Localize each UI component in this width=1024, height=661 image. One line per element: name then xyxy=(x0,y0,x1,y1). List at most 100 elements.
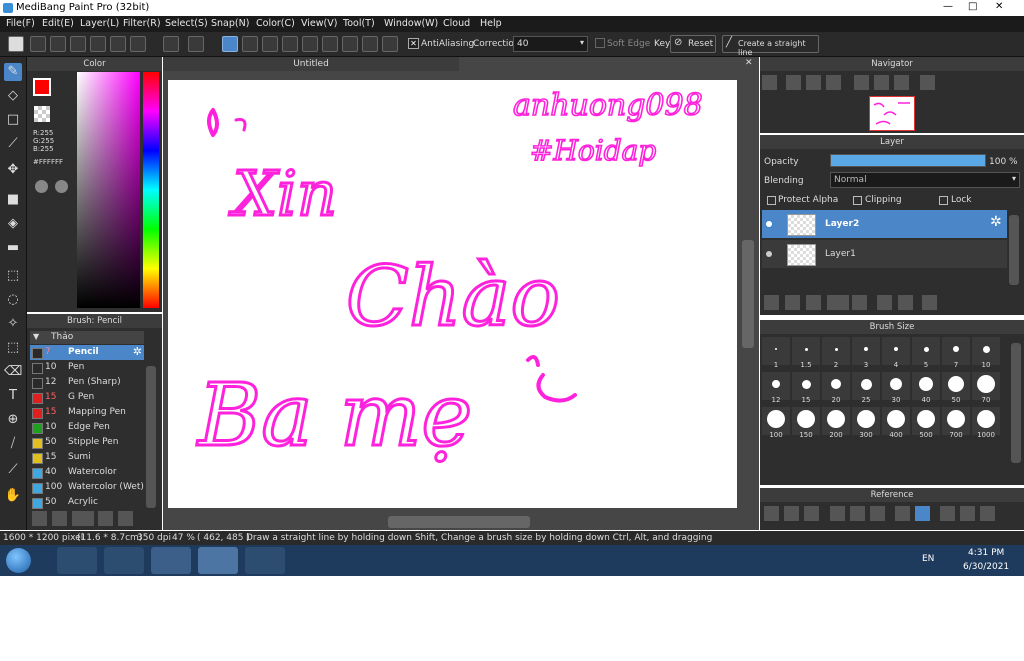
zoom-in-icon[interactable] xyxy=(762,75,777,90)
brush-item[interactable]: 10 Edge Pen xyxy=(30,420,144,435)
transparent-color-swatch[interactable] xyxy=(34,106,50,122)
taskbar-visual-studio-icon[interactable] xyxy=(57,547,97,574)
saturation-value-picker[interactable] xyxy=(77,72,140,308)
menu-tool[interactable]: Tool(T) xyxy=(343,18,375,29)
menu-edit[interactable]: Edit(E) xyxy=(42,18,74,29)
brush-item[interactable]: 15 G Pen xyxy=(30,390,144,405)
flip-icon[interactable] xyxy=(920,75,935,90)
reference-open-icon[interactable] xyxy=(784,506,799,521)
reference-fit-icon[interactable] xyxy=(850,506,865,521)
text-tool-icon[interactable]: T xyxy=(4,387,22,405)
reference-zoom-out-icon[interactable] xyxy=(870,506,885,521)
menu-snap[interactable]: Snap(N) xyxy=(211,18,249,29)
brush-tool-icon[interactable]: ✎ xyxy=(4,63,22,81)
reference-close-icon[interactable] xyxy=(804,506,819,521)
hue-slider[interactable] xyxy=(143,72,159,308)
brush-item[interactable]: 15 Mapping Pen xyxy=(30,405,144,420)
zoom-out-icon[interactable] xyxy=(826,75,841,90)
antialiasing-checkbox[interactable]: ✕ xyxy=(408,38,419,49)
canvas-horizontal-scrollbar[interactable] xyxy=(388,516,530,528)
hand-tool-icon[interactable]: ✋ xyxy=(4,487,22,505)
brush-item[interactable]: 15 Sumi xyxy=(30,450,144,465)
brush-item[interactable]: 7 Pencil ✲ xyxy=(30,345,144,360)
upload-icon[interactable] xyxy=(30,36,46,52)
language-indicator[interactable]: EN xyxy=(922,554,934,564)
menu-cloud[interactable]: Cloud xyxy=(443,18,470,29)
rotate-left-icon[interactable] xyxy=(854,75,869,90)
opacity-slider[interactable] xyxy=(830,154,986,167)
menu-help[interactable]: Help xyxy=(480,18,502,29)
canvas-tab[interactable]: Untitled xyxy=(163,57,459,71)
minimize-button[interactable]: — xyxy=(943,1,953,12)
canvas-vertical-scrollbar[interactable] xyxy=(742,240,754,348)
brush-add-dropdown-icon[interactable] xyxy=(72,511,94,526)
new-layer-8bit-icon[interactable] xyxy=(785,295,800,310)
eyedropper-icon[interactable]: ⟋ xyxy=(4,461,22,479)
brush-item[interactable]: 12 Pen (Sharp) xyxy=(30,375,144,390)
bucket-tool-icon[interactable]: ◈ xyxy=(4,215,22,233)
trash-icon[interactable] xyxy=(922,295,937,310)
redo-icon[interactable] xyxy=(188,36,204,52)
brush-item[interactable]: 10 Pen xyxy=(30,360,144,375)
curve-snap-icon[interactable] xyxy=(342,36,358,52)
reference-rotate-right-icon[interactable] xyxy=(980,506,995,521)
palette-icon[interactable] xyxy=(35,180,48,193)
foreground-color-swatch[interactable] xyxy=(33,78,51,96)
reference-eyedropper-icon[interactable] xyxy=(895,506,910,521)
brush-item[interactable]: 100 Watercolor (Wet) xyxy=(30,480,144,495)
add-layer-dropdown-icon[interactable] xyxy=(827,295,849,310)
menu-view[interactable]: View(V) xyxy=(301,18,337,29)
gear-icon[interactable] xyxy=(382,36,398,52)
folder-icon[interactable] xyxy=(852,295,867,310)
no-snap-icon[interactable] xyxy=(222,36,238,52)
soft-edge-checkbox[interactable] xyxy=(595,38,605,48)
dot-tool-icon[interactable]: □ xyxy=(4,111,22,129)
export-icon[interactable] xyxy=(130,36,146,52)
new-layer-1bit-icon[interactable] xyxy=(806,295,821,310)
layer-row-layer2[interactable]: Layer2 ✲ xyxy=(762,210,1007,238)
protect-alpha-checkbox[interactable] xyxy=(767,196,776,205)
select-pen-icon[interactable]: ⬚ xyxy=(4,339,22,357)
grid-doc-icon[interactable] xyxy=(110,36,126,52)
brush-item[interactable]: 50 Acrylic xyxy=(30,495,144,510)
rotate-right-icon[interactable] xyxy=(894,75,909,90)
select-eraser-icon[interactable]: ⌫ xyxy=(4,363,22,381)
move-tool-icon[interactable]: ✥ xyxy=(4,161,22,179)
taskbar-chrome-icon[interactable] xyxy=(151,547,191,574)
taskbar-paint-icon[interactable] xyxy=(245,547,285,574)
lock-checkbox[interactable] xyxy=(939,196,948,205)
menu-filter[interactable]: Filter(R) xyxy=(123,18,161,29)
document-icon[interactable] xyxy=(90,36,106,52)
menu-select[interactable]: Select(S) xyxy=(165,18,208,29)
ellipse-snap-icon[interactable] xyxy=(362,36,378,52)
menu-color[interactable]: Color(C) xyxy=(256,18,295,29)
fill-rect-icon[interactable]: ■ xyxy=(4,191,22,209)
clipping-checkbox[interactable] xyxy=(853,196,862,205)
maximize-button[interactable]: □ xyxy=(968,1,977,12)
brush-copy-icon[interactable] xyxy=(98,511,113,526)
reference-rotate-left-icon[interactable] xyxy=(940,506,955,521)
reference-cloud-icon[interactable] xyxy=(764,506,779,521)
brush-list-scrollbar[interactable] xyxy=(146,366,156,508)
canvas-close-icon[interactable]: ✕ xyxy=(745,58,753,68)
undo-icon[interactable] xyxy=(163,36,179,52)
lasso-tool-icon[interactable]: ◌ xyxy=(4,291,22,309)
start-button[interactable] xyxy=(6,548,31,573)
taskbar-medibang-icon[interactable] xyxy=(198,547,238,574)
fit-icon[interactable] xyxy=(806,75,821,90)
visibility-icon[interactable] xyxy=(766,251,772,257)
vanish-snap-icon[interactable] xyxy=(282,36,298,52)
menu-window[interactable]: Window(W) xyxy=(384,18,438,29)
new-layer-icon[interactable] xyxy=(764,295,779,310)
select-rect-icon[interactable]: ⬚ xyxy=(4,267,22,285)
taskbar-coccoc-icon[interactable] xyxy=(104,547,144,574)
reference-hand-icon[interactable] xyxy=(915,506,930,521)
cross-snap-icon[interactable] xyxy=(262,36,278,52)
divide-tool-icon[interactable]: ⧸ xyxy=(4,435,22,453)
palette-add-icon[interactable] xyxy=(55,180,68,193)
brush-cloud-icon[interactable] xyxy=(32,511,47,526)
reset-button[interactable]: ⊘ Reset xyxy=(670,35,716,53)
navigator-thumbnail[interactable] xyxy=(869,96,915,131)
cloud-icon[interactable] xyxy=(8,36,24,52)
blending-select[interactable]: Normal ▾ xyxy=(830,172,1020,188)
